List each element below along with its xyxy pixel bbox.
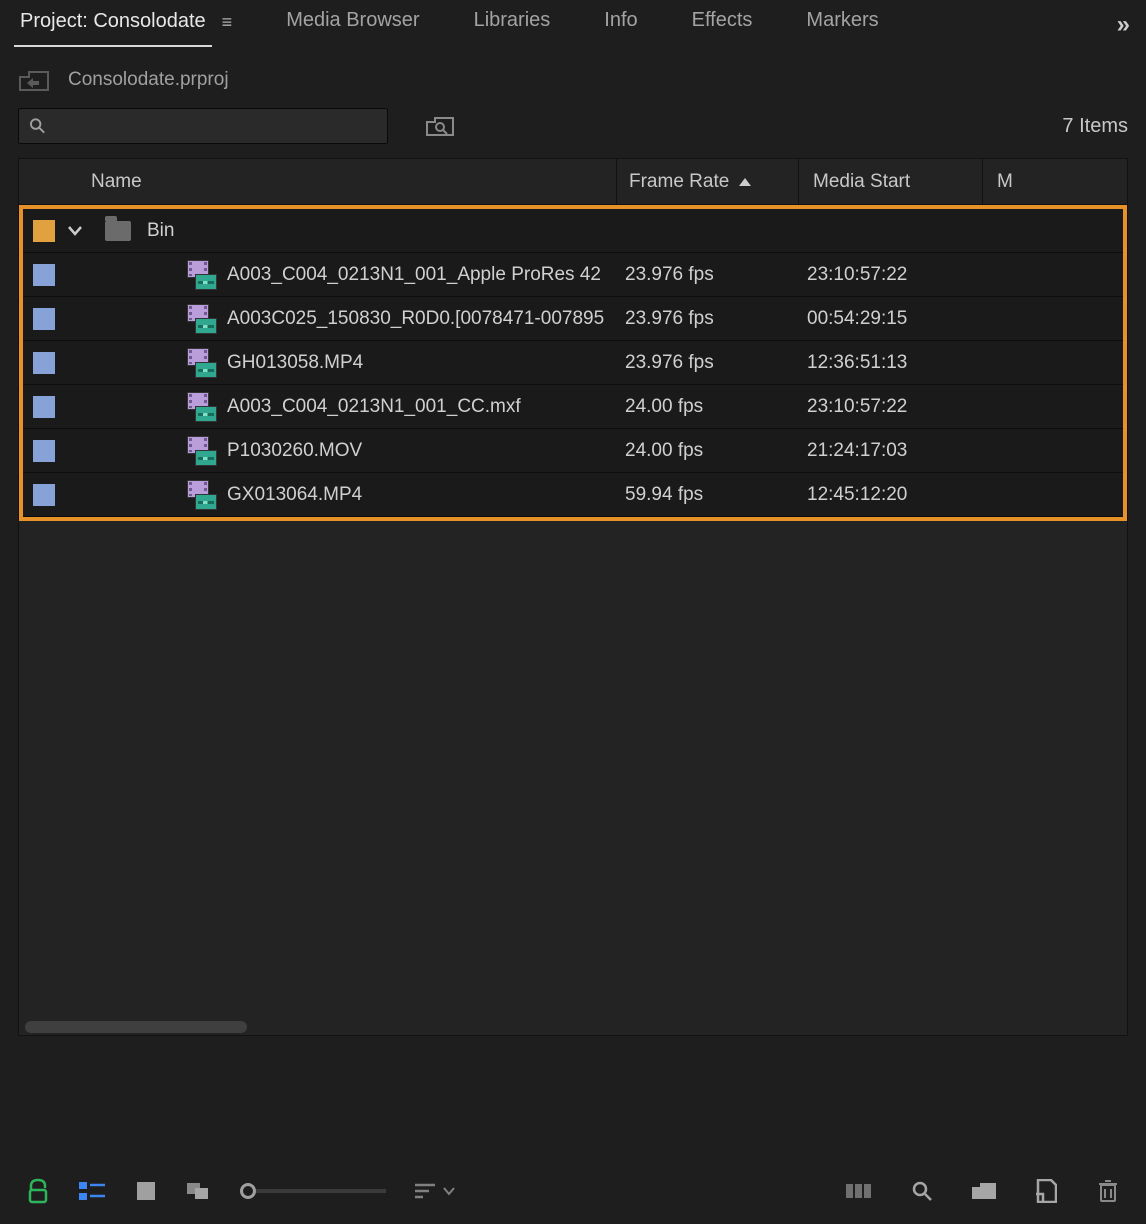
column-media-end[interactable]: M	[983, 171, 1127, 193]
clip-row[interactable]: A003C025_150830_R0D0.[0078471-007895 23.…	[23, 297, 1123, 341]
label-chip[interactable]	[33, 264, 55, 286]
clip-row[interactable]: GH013058.MP4 23.976 fps 12:36:51:13	[23, 341, 1123, 385]
column-media-start[interactable]: Media Start	[799, 159, 983, 204]
search-input[interactable]	[46, 117, 377, 135]
new-bin-button[interactable]	[966, 1173, 1002, 1209]
search-box[interactable]	[18, 108, 388, 144]
panel-tab-strip: Project: Consolodate ≡ Media Browser Lib…	[0, 0, 1146, 50]
tabs-overflow-button[interactable]: »	[1111, 11, 1136, 39]
horizontal-scrollbar[interactable]	[19, 1019, 1127, 1035]
freeform-view-button[interactable]	[182, 1173, 218, 1209]
clip-name: A003C025_150830_R0D0.[0078471-007895	[227, 308, 625, 330]
clip-frame-rate: 24.00 fps	[625, 440, 807, 462]
write-lock-toggle[interactable]	[20, 1173, 56, 1209]
expand-toggle[interactable]	[57, 225, 93, 237]
video-audio-clip-icon	[187, 348, 217, 378]
clip-name: GX013064.MP4	[227, 484, 625, 506]
automate-to-sequence-button[interactable]	[842, 1173, 878, 1209]
clip-frame-rate: 24.00 fps	[625, 396, 807, 418]
tab-media-browser[interactable]: Media Browser	[280, 6, 425, 44]
clip-frame-rate: 59.94 fps	[625, 484, 807, 506]
new-search-bin-button[interactable]	[426, 115, 456, 137]
clip-frame-rate: 23.976 fps	[625, 308, 807, 330]
item-count: 7 Items	[1062, 115, 1128, 138]
clip-media-start: 21:24:17:03	[807, 440, 991, 462]
video-audio-clip-icon	[187, 436, 217, 466]
label-chip[interactable]	[33, 220, 55, 242]
column-header-row: Name Frame Rate Media Start M	[19, 159, 1127, 205]
tab-markers[interactable]: Markers	[800, 6, 884, 44]
chevron-down-icon	[67, 225, 83, 237]
label-chip[interactable]	[33, 484, 55, 506]
folder-icon	[105, 221, 131, 241]
sort-ascending-icon	[739, 178, 751, 186]
clip-media-start: 12:36:51:13	[807, 352, 991, 374]
label-chip[interactable]	[33, 352, 55, 374]
clip-name: A003_C004_0213N1_001_CC.mxf	[227, 396, 625, 418]
new-item-button[interactable]	[1028, 1173, 1064, 1209]
zoom-slider-knob[interactable]	[240, 1183, 256, 1199]
label-chip[interactable]	[33, 396, 55, 418]
clip-row[interactable]: A003_C004_0213N1_001_CC.mxf 24.00 fps 23…	[23, 385, 1123, 429]
project-list: Name Frame Rate Media Start M Bin A003_C…	[18, 158, 1128, 1036]
column-frame-rate[interactable]: Frame Rate	[617, 159, 799, 204]
tab-project[interactable]: Project: Consolodate	[14, 7, 212, 47]
video-audio-clip-icon	[187, 260, 217, 290]
sort-menu-button[interactable]	[414, 1182, 456, 1200]
bin-row[interactable]: Bin	[23, 209, 1123, 253]
zoom-slider-track	[256, 1189, 386, 1193]
project-header: Consolodate.prproj	[0, 50, 1146, 102]
bottom-toolbar	[0, 1158, 1146, 1224]
clip-row[interactable]: P1030260.MOV 24.00 fps 21:24:17:03	[23, 429, 1123, 473]
clip-media-start: 00:54:29:15	[807, 308, 991, 330]
clip-frame-rate: 23.976 fps	[625, 264, 807, 286]
clip-media-start: 12:45:12:20	[807, 484, 991, 506]
navigate-up-icon[interactable]	[18, 68, 50, 92]
video-audio-clip-icon	[187, 304, 217, 334]
chevron-down-icon	[442, 1186, 456, 1196]
search-row: 7 Items	[0, 102, 1146, 158]
bin-name: Bin	[143, 220, 174, 242]
clip-name: GH013058.MP4	[227, 352, 625, 374]
selection-highlight: Bin A003_C004_0213N1_001_Apple ProRes 42…	[19, 205, 1127, 521]
tab-effects[interactable]: Effects	[686, 6, 759, 44]
clip-row[interactable]: GX013064.MP4 59.94 fps 12:45:12:20	[23, 473, 1123, 517]
clip-media-start: 23:10:57:22	[807, 264, 991, 286]
column-name[interactable]: Name	[73, 159, 617, 204]
empty-list-area[interactable]	[19, 521, 1127, 1019]
scrollbar-thumb[interactable]	[25, 1021, 247, 1033]
video-audio-clip-icon	[187, 480, 217, 510]
label-chip[interactable]	[33, 308, 55, 330]
icon-view-button[interactable]	[128, 1173, 164, 1209]
clip-name: P1030260.MOV	[227, 440, 625, 462]
search-icon	[29, 117, 46, 135]
clip-row[interactable]: A003_C004_0213N1_001_Apple ProRes 42 23.…	[23, 253, 1123, 297]
find-button[interactable]	[904, 1173, 940, 1209]
video-audio-clip-icon	[187, 392, 217, 422]
panel-menu-icon[interactable]: ≡	[218, 12, 239, 39]
zoom-slider[interactable]	[240, 1183, 386, 1199]
clip-name: A003_C004_0213N1_001_Apple ProRes 42	[227, 264, 625, 286]
clip-frame-rate: 23.976 fps	[625, 352, 807, 374]
list-view-button[interactable]	[74, 1173, 110, 1209]
tab-libraries[interactable]: Libraries	[468, 6, 557, 44]
delete-button[interactable]	[1090, 1173, 1126, 1209]
label-chip[interactable]	[33, 440, 55, 462]
project-filename: Consolodate.prproj	[68, 69, 229, 91]
clip-media-start: 23:10:57:22	[807, 396, 991, 418]
tab-info[interactable]: Info	[598, 6, 643, 44]
